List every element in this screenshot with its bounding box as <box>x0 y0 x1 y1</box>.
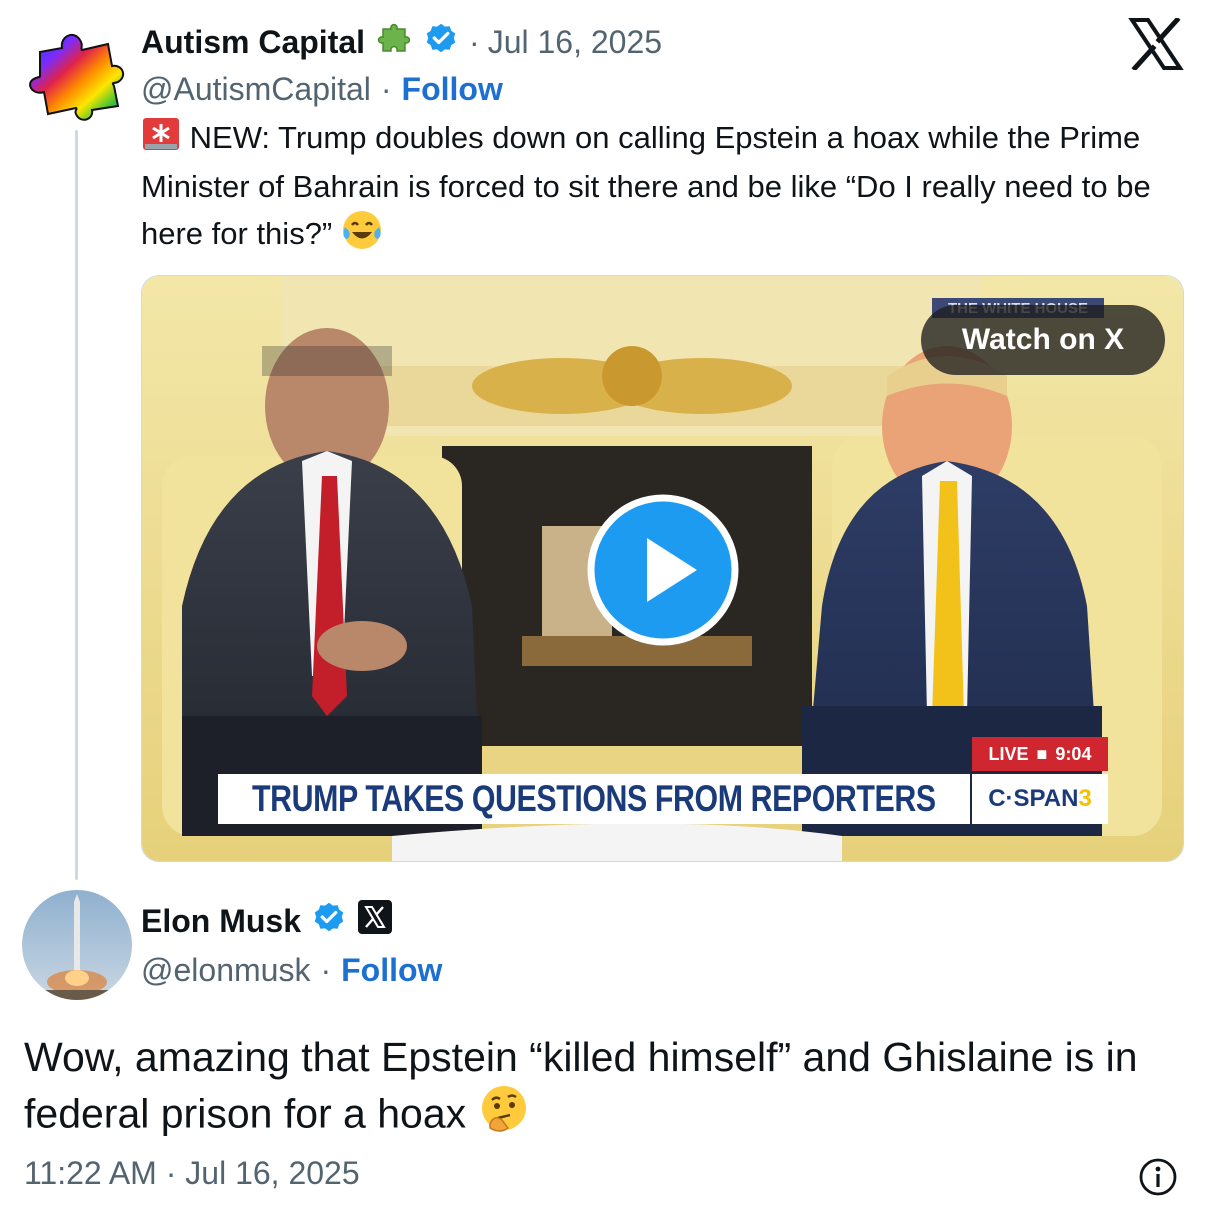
separator: · <box>380 70 392 107</box>
author-handle[interactable]: @AutismCapital <box>141 71 371 108</box>
handle-row: @elonmusk · Follow <box>141 944 1041 996</box>
thread-connector-line <box>75 130 78 880</box>
network-number: 3 <box>1078 785 1092 812</box>
separator: · <box>469 23 480 60</box>
network-logo: C·SPAN 3 <box>972 774 1108 824</box>
handle-row: @AutismCapital · Follow <box>141 64 1141 114</box>
post-time: 11:22 AM <box>24 1155 157 1191</box>
puzzle-piece-icon <box>375 19 413 65</box>
network-name: C·SPAN <box>988 785 1079 812</box>
info-icon[interactable] <box>1138 1157 1178 1197</box>
author-row: Autism Capital · Jul 16, 2025 <box>141 20 1141 64</box>
follow-button[interactable]: Follow <box>402 71 503 108</box>
separator: · <box>320 951 332 988</box>
quoted-post-date[interactable]: Jul 16, 2025 <box>488 24 662 61</box>
x-logo-icon[interactable] <box>1128 16 1184 72</box>
live-time: 9:04 <box>1055 743 1092 764</box>
live-label: LIVE <box>988 743 1029 764</box>
follow-button[interactable]: Follow <box>341 952 442 989</box>
post-date: Jul 16, 2025 <box>185 1155 360 1191</box>
watch-on-x-button[interactable]: Watch on X <box>921 305 1165 375</box>
verified-badge-icon <box>423 20 459 64</box>
play-icon[interactable] <box>587 494 739 646</box>
quoted-post-header: Autism Capital · Jul 16, 2025 @AutismCap… <box>141 20 1141 116</box>
verified-badge-icon <box>311 899 347 943</box>
author-name[interactable]: Autism Capital <box>141 24 365 61</box>
separator: · <box>165 1155 177 1191</box>
x-affiliation-icon <box>357 899 393 943</box>
autism-capital-avatar[interactable] <box>22 22 130 122</box>
quoted-post-text: NEW: Trump doubles down on calling Epste… <box>141 115 1181 263</box>
author-row: Elon Musk <box>141 898 1041 944</box>
video-media[interactable]: THE WHITE HOUSE Watch on X LIVE ■ 9:04 T… <box>141 275 1184 862</box>
live-dot-icon: ■ <box>1036 743 1048 764</box>
chyron-text: TRUMP TAKES QUESTIONS FROM REPORTERS <box>252 778 936 819</box>
siren-emoji-icon <box>141 116 181 164</box>
tears-of-joy-emoji-icon <box>341 209 383 263</box>
quoted-post-body: NEW: Trump doubles down on calling Epste… <box>141 120 1151 251</box>
author-handle[interactable]: @elonmusk <box>141 952 310 989</box>
thinking-emoji-icon <box>478 1084 530 1149</box>
post-timestamp[interactable]: 11:22 AM · Jul 16, 2025 <box>24 1155 360 1192</box>
author-name[interactable]: Elon Musk <box>141 903 301 940</box>
reply-post-header: Elon Musk @elonmusk · Follow <box>141 898 1041 996</box>
news-chyron: TRUMP TAKES QUESTIONS FROM REPORTERS <box>218 774 970 824</box>
reply-post-text: Wow, amazing that Epstein “killed himsel… <box>24 1030 1184 1149</box>
reply-post-body: Wow, amazing that Epstein “killed himsel… <box>24 1034 1138 1137</box>
live-indicator: LIVE ■ 9:04 <box>972 737 1108 771</box>
elon-musk-avatar[interactable] <box>22 890 132 1000</box>
